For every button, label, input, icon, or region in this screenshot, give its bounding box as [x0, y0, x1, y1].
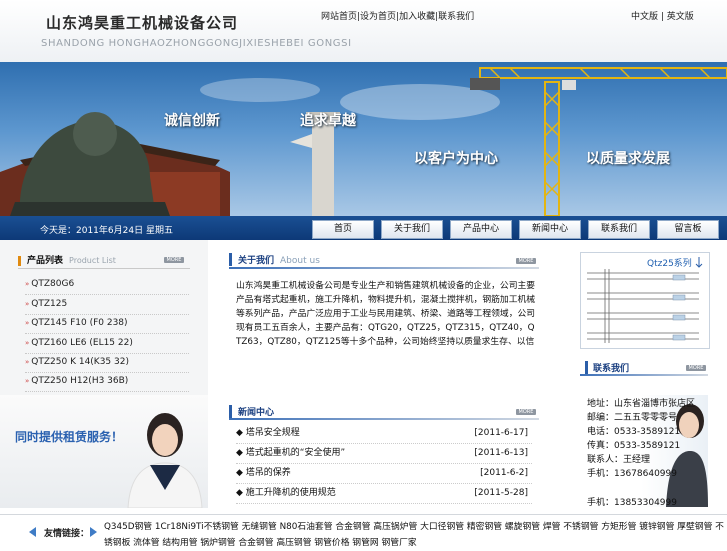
bullet-icon: ◆ — [236, 428, 246, 438]
nav-bar: 今天是：2011年6月24日 星期五 首页 关于我们 产品中心 新闻中心 联系我… — [0, 216, 727, 240]
news-item-title: 塔吊安全规程 — [245, 428, 300, 438]
news-item[interactable]: ◆ 施工升降机的使用规范 [2011-5-28] — [236, 484, 532, 504]
friend-links[interactable]: Q345D钢管 1Cr18Ni9Ti不锈钢管 无缝钢管 N80石油套管 合金钢管… — [104, 519, 725, 551]
product-more-button[interactable]: MORE — [164, 257, 184, 263]
banner-slogan-2: 追求卓越 — [300, 113, 356, 129]
news-more-button[interactable]: MORE — [516, 409, 536, 415]
product-item[interactable]: » QTZ125 — [25, 295, 189, 315]
support-agent-image — [127, 413, 203, 508]
contact-mobile-2: 手机：13853304999 — [587, 498, 677, 508]
bullet-icon: » — [25, 280, 30, 288]
news-title: 新闻中心 — [238, 408, 275, 418]
product-item[interactable]: » QTZ80G6 — [25, 275, 189, 295]
arrow-right-icon[interactable] — [90, 527, 97, 537]
nav-guestbook[interactable]: 留言板 — [657, 220, 719, 239]
language-switch[interactable]: 中文版 | 英文版 — [631, 9, 694, 22]
contact-mobile-1: 手机：13678640999 — [587, 469, 677, 479]
friend-links-label: 友情链接： — [44, 529, 90, 539]
contact-phone: 电话：0533-3589121 — [587, 427, 681, 437]
rental-banner[interactable] — [0, 395, 208, 508]
nav-products[interactable]: 产品中心 — [450, 220, 512, 239]
news-item[interactable]: ◆ 塔吊安全规程 [2011-6-17] — [236, 424, 532, 444]
company-name-cn: 山东鸿昊重工机械设备公司 — [46, 14, 239, 32]
contact-postcode: 邮编：二五五零零零号 — [587, 413, 678, 423]
contact-fax: 传真：0533-3589121 — [587, 441, 681, 451]
news-item-date: [2011-6-2] — [480, 468, 528, 478]
news-item[interactable]: ◆ 塔式起重机的“安全使用” [2011-6-13] — [236, 444, 532, 464]
product-item-label: QTZ160 LE6 (EL15 22) — [31, 338, 133, 348]
about-text: 山东鸿昊重工机械设备公司是专业生产和销售建筑机械设备的企业，公司主要产品有塔式起… — [236, 281, 536, 347]
nav-about[interactable]: 关于我们 — [381, 220, 443, 239]
product-item-label: QTZ145 F10 (F0 238) — [31, 318, 128, 328]
banner-illustration — [0, 67, 727, 216]
contact-divider — [580, 374, 708, 376]
news-item-title: 塔式起重机的“安全使用” — [245, 448, 346, 458]
banner: 诚信创新 追求卓越 以客户为中心 以质量求发展 — [0, 62, 727, 216]
product-image-label: Qtz25系列 — [647, 259, 692, 269]
banner-slogan-4: 以质量求发展 — [586, 151, 670, 167]
news-heading: 新闻中心 — [229, 405, 274, 418]
bullet-icon: » — [25, 377, 30, 385]
product-item[interactable]: » QTZ160 LE6 (EL15 22) — [25, 334, 189, 354]
nav-home[interactable]: 首页 — [312, 220, 374, 239]
banner-slogan-3: 以客户为中心 — [414, 151, 498, 167]
about-title: 关于我们 — [238, 256, 275, 266]
bullet-icon: ◆ — [236, 468, 246, 478]
product-item[interactable]: » QTZ145 F10 (F0 238) — [25, 314, 189, 334]
news-item-date: [2011-6-13] — [474, 448, 528, 458]
about-heading: 关于我们 About us — [229, 253, 320, 266]
nav-news[interactable]: 新闻中心 — [519, 220, 581, 239]
product-item-label: QTZ250 H12(H3 36B) — [31, 376, 129, 386]
nav-contact[interactable]: 联系我们 — [588, 220, 650, 239]
contact-more-button[interactable]: MORE — [686, 365, 706, 371]
banner-slogan-1: 诚信创新 — [164, 113, 220, 129]
product-list-title: 产品列表 — [18, 256, 64, 266]
bullet-icon: ◆ — [236, 488, 246, 498]
product-item-label: QTZ125 — [31, 299, 68, 309]
rental-text: 同时提供租赁服务！ — [15, 430, 124, 444]
bullet-icon: » — [25, 339, 30, 347]
bullet-icon: » — [25, 319, 30, 327]
news-item-date: [2011-5-28] — [474, 488, 528, 498]
arrow-left-icon[interactable] — [29, 527, 36, 537]
product-item[interactable]: » QTZ250 K 14(K35 32) — [25, 353, 189, 373]
news-divider — [229, 418, 539, 420]
top-links[interactable]: 网站首页|设为首页|加入收藏|联系我们 — [321, 9, 474, 22]
product-item-label: QTZ250 K 14(K35 32) — [31, 357, 129, 367]
news-item-title: 塔吊的保养 — [245, 468, 291, 478]
company-name-en: SHANDONG HONGHAOZHONGGONGJIXIESHEBEI GON… — [41, 38, 352, 49]
news-item-title: 施工升降机的使用规范 — [245, 488, 336, 498]
contact-title: 联系我们 — [585, 361, 629, 374]
product-list-subtitle: Product List — [69, 256, 116, 265]
about-subtitle: About us — [280, 256, 320, 266]
about-more-button[interactable]: MORE — [516, 258, 536, 264]
news-item[interactable]: ◆ 塔吊的保养 [2011-6-2] — [236, 464, 532, 484]
about-divider — [229, 267, 539, 269]
bullet-icon: » — [25, 358, 30, 366]
product-list-heading: 产品列表 Product List — [18, 253, 116, 266]
contact-person: 联系人：王经理 — [587, 455, 651, 465]
contact-address: 地址：山东省淄博市张店区 — [587, 399, 696, 409]
news-item-date: [2011-6-17] — [474, 428, 528, 438]
product-image[interactable]: Qtz25系列 — [580, 252, 710, 349]
bullet-icon: ◆ — [236, 448, 246, 458]
product-item[interactable]: » QTZ250 H12(H3 36B) — [25, 372, 189, 392]
date-display: 今天是：2011年6月24日 星期五 — [40, 226, 173, 236]
product-item-label: QTZ80G6 — [31, 279, 75, 289]
bullet-icon: » — [25, 300, 30, 308]
product-divider — [18, 268, 190, 269]
